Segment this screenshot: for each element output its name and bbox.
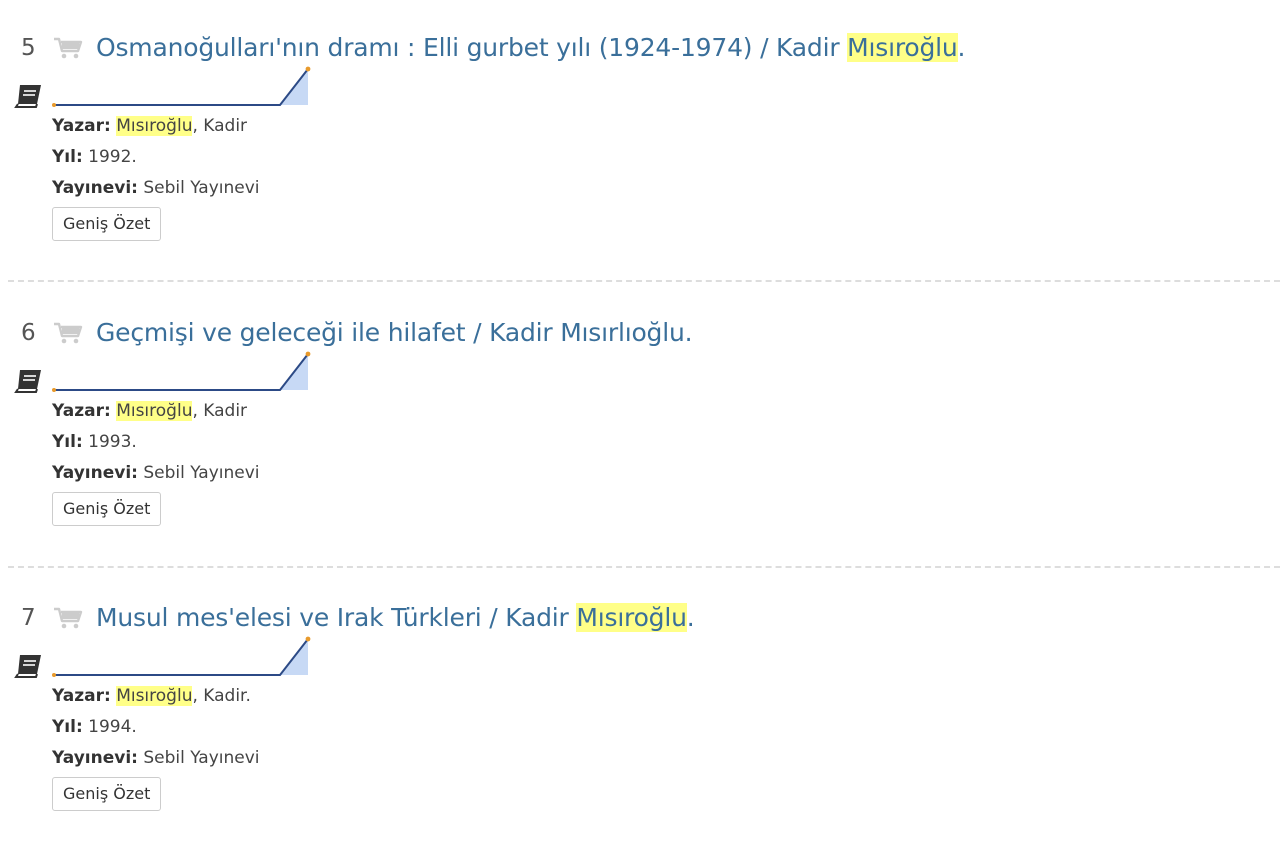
result-title-link[interactable]: Musul mes'elesi ve Irak Türkleri / Kadir… [96, 601, 695, 635]
result-divider [8, 280, 1280, 282]
shelf-location-graphic [52, 351, 311, 392]
detailed-summary-button[interactable]: Geniş Özet [52, 207, 162, 241]
year-line: Yıl: 1994. [52, 717, 137, 737]
result-title-link[interactable]: Osmanoğulları'nın dramı : Elli gurbet yı… [96, 31, 965, 65]
author-highlight: Mısıroğlu [116, 401, 193, 421]
book-icon [14, 370, 41, 393]
result-number: 5 [21, 35, 36, 61]
publisher-line: Yayınevi: Sebil Yayınevi [52, 463, 260, 483]
shopping-cart-icon[interactable] [53, 36, 83, 60]
author-line: Yazar: Mısıroğlu, Kadir [52, 116, 248, 136]
result-item: 6 Geçmişi ve geleceği ile hilafet / Kadi… [0, 316, 1280, 576]
publisher-line: Yayınevi: Sebil Yayınevi [52, 178, 260, 198]
detailed-summary-button[interactable]: Geniş Özet [52, 777, 162, 811]
book-icon [14, 655, 41, 678]
title-highlight: Mısıroğlu [576, 603, 687, 632]
author-highlight: Mısıroğlu [116, 116, 193, 136]
result-title-link[interactable]: Geçmişi ve geleceği ile hilafet / Kadir … [96, 316, 693, 350]
book-icon [14, 85, 41, 108]
title-text: Musul mes'elesi ve Irak Türkleri / Kadir [96, 603, 577, 632]
author-line: Yazar: Mısıroğlu, Kadir [52, 401, 248, 421]
shopping-cart-icon[interactable] [53, 321, 83, 345]
publisher-line: Yayınevi: Sebil Yayınevi [52, 748, 260, 768]
result-divider [8, 566, 1280, 568]
author-line: Yazar: Mısıroğlu, Kadir. [52, 686, 251, 706]
result-item: 7 Musul mes'elesi ve Irak Türkleri / Kad… [0, 601, 1280, 861]
result-number: 7 [21, 605, 36, 631]
detailed-summary-button[interactable]: Geniş Özet [52, 492, 162, 526]
shopping-cart-icon[interactable] [53, 606, 83, 630]
result-number: 6 [21, 320, 36, 346]
title-suffix: . [686, 603, 695, 632]
year-line: Yıl: 1992. [52, 147, 137, 167]
title-suffix: . [957, 33, 966, 62]
result-item: 5 Osmanoğulları'nın dramı : Elli gurbet … [0, 31, 1280, 291]
author-highlight: Mısıroğlu [116, 686, 193, 706]
title-highlight: Mısıroğlu [847, 33, 958, 62]
year-line: Yıl: 1993. [52, 432, 137, 452]
shelf-location-graphic [52, 636, 311, 677]
title-text: Geçmişi ve geleceği ile hilafet / Kadir … [96, 318, 693, 347]
shelf-location-graphic [52, 66, 311, 107]
title-text: Osmanoğulları'nın dramı : Elli gurbet yı… [96, 33, 848, 62]
